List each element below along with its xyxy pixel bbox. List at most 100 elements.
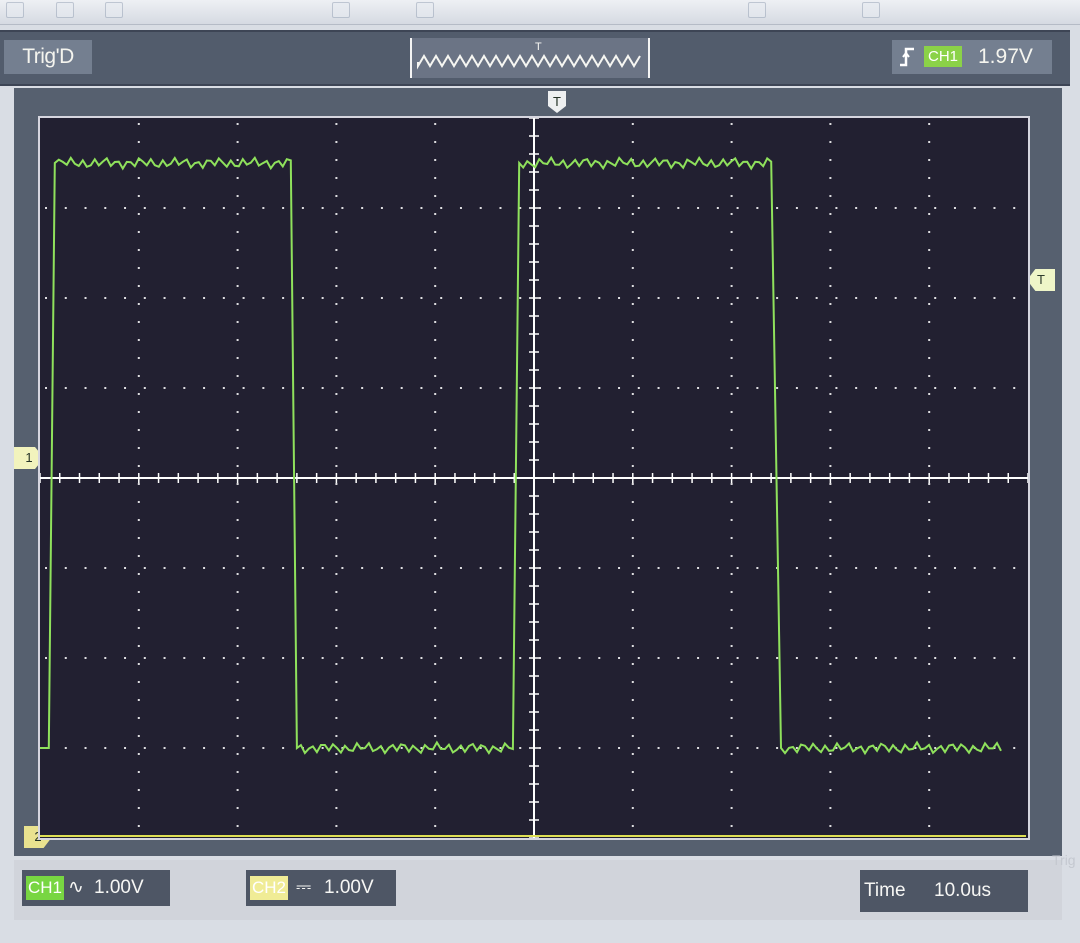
grid-dot [928,699,931,701]
grid-dot [124,567,127,569]
grid-dot [321,747,324,749]
grid-dot [598,657,601,659]
grid-dot [914,567,917,569]
grid-dot [631,339,634,341]
grid-dot [519,747,522,749]
grid-dot [631,753,634,755]
trigger-waveform-overview[interactable]: T [410,38,650,78]
grid-dot [400,657,403,659]
grid-dot [829,645,832,647]
grid-dot [236,573,239,575]
grid-dot [236,321,239,323]
grid-dot [434,447,437,449]
oscilloscope-grid [40,118,1028,838]
grid-dot [301,567,304,569]
grid-dot [829,537,832,539]
grid-dot [361,657,364,659]
grid-dot [335,753,338,755]
grid-dot [835,207,838,209]
grid-dot [321,387,324,389]
grid-dot [335,321,338,323]
grid-dot [262,207,265,209]
grid-dot [829,447,832,449]
grid-dot [829,753,832,755]
grid-dot [815,567,818,569]
grid-dot [716,207,719,209]
grid-dot [928,123,931,125]
grid-dot [578,207,581,209]
grid-dot [730,177,733,179]
grid-dot [677,207,680,209]
timebase-setting[interactable]: Time 10.0us [860,870,1028,912]
grid-dot [183,747,186,749]
grid-dot [730,537,733,539]
grid-dot [558,297,561,299]
grid-dot [137,753,140,755]
grid-dot [829,429,832,431]
grid-dot [137,627,140,629]
zoom-icon[interactable] [748,2,766,18]
grid-dot [934,387,937,389]
grid-dot [137,645,140,647]
grid-dot [137,213,140,215]
print-icon[interactable] [332,2,350,18]
ch2-scale: 1.00V [324,877,374,898]
grid-dot [183,387,186,389]
grid-dot [434,771,437,773]
ch2-settings[interactable]: CH2 ⎓ 1.00V [246,870,396,906]
ch1-settings[interactable]: CH1 ∿ 1.00V [22,870,170,906]
trigger-readout[interactable]: CH1 1.97V [892,40,1052,74]
grid-dot [499,657,502,659]
grid-dot [282,747,285,749]
cursor-icon[interactable] [416,2,434,18]
grid-dot [124,297,127,299]
grid-dot [137,393,140,395]
grid-dot [776,747,779,749]
grid-dot [631,681,634,683]
trigger-status-bar: Trig'D T CH1 1.97V [0,30,1070,86]
grid-dot [137,321,140,323]
grid-dot [730,447,733,449]
grid-dot [434,267,437,269]
grid-dot [242,747,245,749]
grid-dot [434,753,437,755]
grid-dot [236,591,239,593]
settings-icon[interactable] [862,2,880,18]
grid-dot [829,357,832,359]
grid-dot [730,123,733,125]
copy-icon[interactable] [105,2,123,18]
grid-dot [137,789,140,791]
grid-dot [835,657,838,659]
grid-dot [400,747,403,749]
grid-dot [730,807,733,809]
save-icon[interactable] [56,2,74,18]
grid-dot [137,483,140,485]
grid-dot [434,411,437,413]
grid-dot [631,303,634,305]
grid-dot [222,387,225,389]
grid-dot [829,249,832,251]
grid-dot [137,699,140,701]
grid-dot [578,657,581,659]
grid-dot [124,747,127,749]
grid-dot [335,213,338,215]
open-icon[interactable] [6,2,24,18]
grid-dot [928,177,931,179]
ch2-coupling-icon: ⎓ [296,877,312,898]
grid-dot [730,825,733,827]
grid-dot [434,177,437,179]
grid-dot [137,537,140,539]
grid-dot [598,387,601,389]
grid-dot [434,339,437,341]
grid-dot [539,297,541,299]
waveform-display[interactable] [38,116,1030,840]
grid-dot [434,699,437,701]
grid-dot [282,657,285,659]
grid-dot [730,357,733,359]
grid-dot [519,567,522,569]
grid-dot [459,567,462,569]
grid-dot [631,537,634,539]
grid-dot [716,297,719,299]
grid-dot [928,303,931,305]
grid-dot [928,465,931,467]
